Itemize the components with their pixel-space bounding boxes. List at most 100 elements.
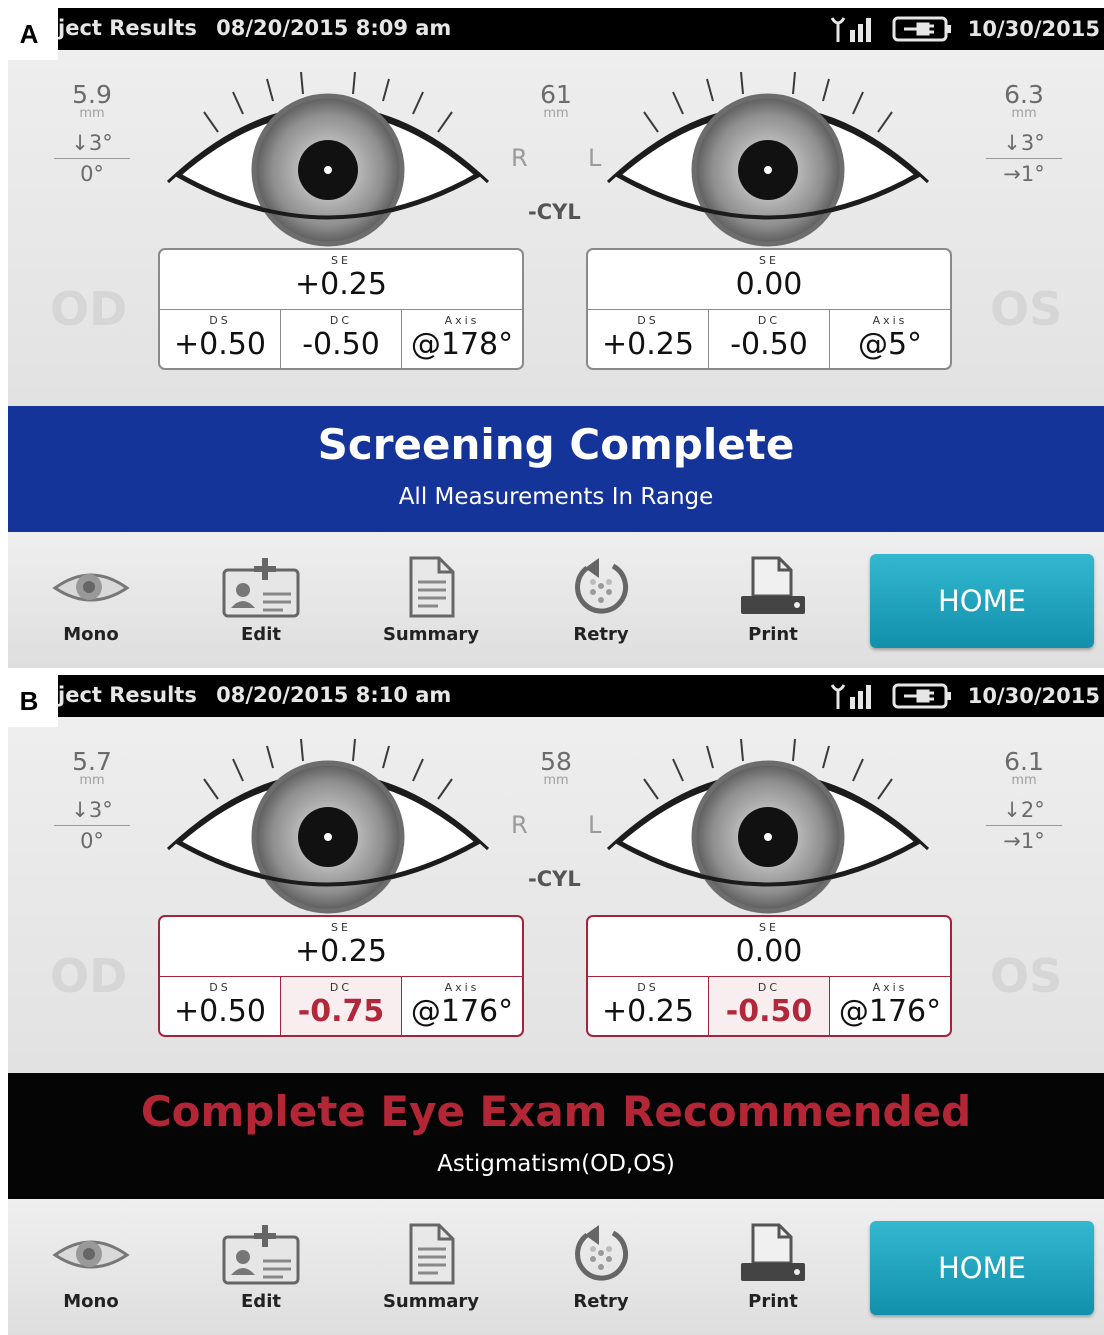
- os-label: OS: [990, 949, 1063, 1003]
- dc-caption: DC: [757, 314, 781, 327]
- os-dc-cell: DC -0.50: [709, 977, 830, 1035]
- os-pupil-metrics: 6.3 mm ↓3° →1°: [984, 82, 1064, 187]
- os-ds-cell: DS +0.25: [588, 977, 709, 1035]
- screen-title: ject Results: [58, 683, 197, 707]
- summary-document-icon: [409, 1223, 455, 1285]
- divider: [54, 158, 130, 159]
- edit-button[interactable]: Edit: [206, 1223, 316, 1323]
- system-date: 10/30/2015: [967, 17, 1100, 41]
- pupillary-distance: 61 mm: [524, 80, 588, 121]
- se-caption: SE: [759, 254, 779, 267]
- os-pupil-metrics: 6.1 mm ↓2° →1°: [984, 749, 1064, 854]
- toolbar: Mono Edit Summary Retry Print HOME: [8, 532, 1104, 668]
- od-dc-cell: DC -0.75: [281, 977, 402, 1035]
- ds-caption: DS: [209, 981, 231, 994]
- panel-a: A ject Results 08/20/2015 8:09 am 10/30/…: [0, 8, 1104, 668]
- l-label: L: [588, 144, 602, 172]
- summary-button[interactable]: Summary: [376, 1223, 486, 1323]
- edit-label: Edit: [241, 624, 281, 645]
- od-pupil-metrics: 5.7 mm ↓3° 0°: [52, 749, 132, 854]
- retry-icon: [575, 558, 628, 614]
- os-gaze-horizontal: →1°: [1003, 829, 1045, 853]
- os-ds-value: +0.25: [602, 327, 694, 362]
- od-se-section: SE +0.25: [160, 917, 522, 977]
- od-dc-value: -0.75: [297, 994, 385, 1029]
- od-axis-cell: Axis @176°: [402, 977, 522, 1035]
- summary-button[interactable]: Summary: [376, 556, 486, 656]
- dc-caption: DC: [329, 314, 353, 327]
- print-label: Print: [748, 624, 798, 645]
- system-date: 10/30/2015: [967, 684, 1100, 708]
- os-dc-cell: DC -0.50: [709, 310, 830, 368]
- od-axis-value: @178°: [410, 327, 514, 362]
- home-button[interactable]: HOME: [870, 1221, 1094, 1315]
- mono-button[interactable]: Mono: [36, 556, 146, 656]
- pd-value: 61: [540, 80, 572, 109]
- se-caption: SE: [331, 254, 351, 267]
- od-se-value: +0.25: [295, 267, 387, 302]
- mono-button[interactable]: Mono: [36, 1223, 146, 1323]
- result-banner: Screening Complete All Measurements In R…: [8, 406, 1104, 532]
- right-eye-icon: [158, 70, 498, 250]
- os-se-value: 0.00: [735, 934, 803, 969]
- dc-caption: DC: [329, 981, 353, 994]
- mono-eye-icon: [52, 1240, 130, 1269]
- axis-caption: Axis: [872, 314, 908, 327]
- summary-label: Summary: [382, 624, 480, 645]
- status-bar: ject Results 08/20/2015 8:10 am 10/30/20…: [8, 675, 1104, 717]
- retry-label: Retry: [573, 624, 629, 645]
- divider: [54, 825, 130, 826]
- od-rx-row: DS +0.50 DC -0.75 Axis @176°: [160, 977, 522, 1035]
- os-rx-row: DS +0.25 DC -0.50 Axis @176°: [588, 977, 950, 1035]
- os-axis-value: @176°: [838, 994, 942, 1029]
- l-label: L: [588, 811, 602, 839]
- edit-label: Edit: [241, 1291, 281, 1312]
- od-gaze-vertical: ↓3°: [71, 131, 113, 155]
- retry-button[interactable]: Retry: [546, 1223, 656, 1323]
- pupillary-distance: 58 mm: [524, 749, 588, 788]
- print-button[interactable]: Print: [718, 1223, 828, 1323]
- r-label: R: [511, 811, 528, 839]
- toolbar: Mono Edit Summary Retry Print HOME: [8, 1199, 1104, 1335]
- result-banner: Complete Eye Exam Recommended Astigmatis…: [8, 1073, 1104, 1199]
- os-pupil-size: 6.3: [1004, 80, 1044, 109]
- measurement-datetime: 08/20/2015 8:10 am: [216, 683, 452, 707]
- od-rx-row: DS +0.50 DC -0.50 Axis @178°: [160, 310, 522, 368]
- os-pupil-unit: mm: [1011, 773, 1037, 788]
- cyl-label: -CYL: [528, 200, 581, 224]
- od-label: OD: [50, 282, 128, 336]
- od-pupil-size: 5.9: [72, 80, 112, 109]
- retry-icon: [575, 1225, 628, 1281]
- se-caption: SE: [759, 921, 779, 934]
- od-pupil-unit: mm: [79, 106, 105, 121]
- axis-caption: Axis: [444, 314, 480, 327]
- retry-button[interactable]: Retry: [546, 556, 656, 656]
- ds-caption: DS: [209, 314, 231, 327]
- od-refraction-box: SE +0.25 DS +0.50 DC -0.75 Axis @176°: [158, 915, 524, 1037]
- os-gaze-vertical: ↓3°: [1003, 131, 1045, 155]
- os-se-section: SE 0.00: [588, 250, 950, 310]
- screen-title: ject Results: [58, 16, 197, 40]
- os-axis-cell: Axis @176°: [830, 977, 950, 1035]
- od-ds-value: +0.50: [174, 327, 266, 362]
- od-gaze-vertical: ↓3°: [71, 798, 113, 822]
- os-refraction-box: SE 0.00 DS +0.25 DC -0.50 Axis @176°: [586, 915, 952, 1037]
- edit-button[interactable]: Edit: [206, 556, 316, 656]
- os-rx-row: DS +0.25 DC -0.50 Axis @5°: [588, 310, 950, 368]
- status-title: ject Results 08/20/2015 8:10 am: [58, 683, 451, 707]
- r-label: R: [511, 144, 528, 172]
- right-eye-icon: [158, 737, 498, 917]
- panel-letter: A: [0, 8, 58, 60]
- print-button[interactable]: Print: [718, 556, 828, 656]
- os-dc-value: -0.50: [725, 994, 813, 1029]
- signal-icon: [830, 684, 871, 709]
- pd-unit: mm: [543, 106, 569, 121]
- measurement-area: 5.9 mm ↓3° 0° 6.3 mm ↓3° →1° 61 mm R L -…: [8, 50, 1104, 406]
- divider: [986, 825, 1062, 826]
- home-button[interactable]: HOME: [870, 554, 1094, 648]
- od-gaze-horizontal: 0°: [80, 162, 104, 186]
- battery-icon: [892, 683, 951, 709]
- os-label: OS: [990, 282, 1063, 336]
- result-title: Complete Eye Exam Recommended: [140, 1087, 972, 1136]
- os-pupil-size: 6.1: [1004, 747, 1044, 776]
